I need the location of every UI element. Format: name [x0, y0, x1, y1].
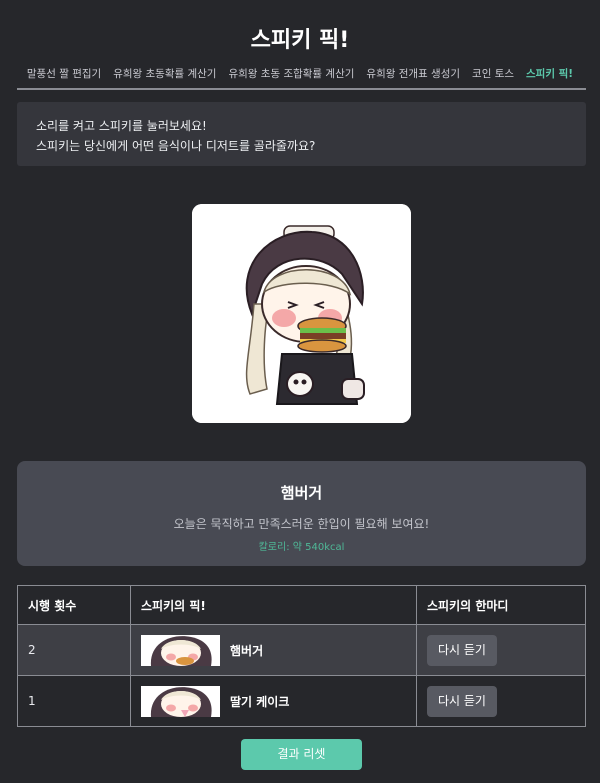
- result-food-name: 햄버거: [280, 484, 323, 502]
- top-nav: 말풍선 짤 편집기 유희왕 초동확률 계산기 유희왕 초동 조합확률 계산기 유…: [0, 66, 600, 81]
- pick-thumbnail: [141, 685, 220, 717]
- intro-panel: 소리를 켜고 스피키를 눌러보세요! 스피키는 당신에게 어떤 음식이나 디저트…: [17, 102, 586, 166]
- row-comment: 다시 듣기: [416, 675, 586, 727]
- speaky-character-button[interactable]: [192, 204, 411, 423]
- nav-item-speech-bubble-editor[interactable]: 말풍선 짤 편집기: [27, 66, 101, 81]
- row-pick: 햄버거: [130, 624, 417, 676]
- result-description: 오늘은 묵직하고 만족스러운 한입이 필요해 보여요!: [173, 517, 430, 531]
- intro-line-2: 스피키는 당신에게 어떤 음식이나 디저트를 골라줄까요?: [36, 139, 316, 153]
- page-title: 스피키 픽!: [250, 28, 350, 53]
- replay-button[interactable]: 다시 듣기: [427, 634, 497, 666]
- nav-divider: [17, 88, 586, 90]
- pick-thumbnail: [141, 634, 220, 666]
- result-calories: 칼로리: 약 540kcal: [258, 542, 345, 553]
- nav-item-yugioh-combo-calculator[interactable]: 유희왕 초동 조합확률 계산기: [228, 66, 354, 81]
- header-count: 시행 횟수: [17, 585, 131, 625]
- reset-results-button[interactable]: 결과 리셋: [241, 739, 362, 770]
- intro-line-1: 소리를 켜고 스피키를 눌러보세요!: [36, 119, 207, 133]
- row-count: 1: [17, 675, 131, 727]
- table-row: 2 햄버거 다시 듣기: [17, 624, 586, 676]
- nav-item-yugioh-probability-calculator[interactable]: 유희왕 초동확률 계산기: [113, 66, 216, 81]
- replay-button[interactable]: 다시 듣기: [427, 685, 497, 717]
- nav-item-yugioh-chart-generator[interactable]: 유희왕 전개표 생성기: [366, 66, 460, 81]
- header-pick: 스피키의 픽!: [130, 585, 417, 625]
- pick-name: 딸기 케이크: [230, 694, 290, 709]
- nav-item-speaky-pick[interactable]: 스피키 픽!: [526, 66, 573, 81]
- speaky-eating-burger-illustration: [192, 204, 411, 423]
- row-count: 2: [17, 624, 131, 676]
- header-comment: 스피키의 한마디: [416, 585, 586, 625]
- table-row: 1 딸기 케이크 다시 듣기: [17, 675, 586, 727]
- history-table: 시행 횟수 스피키의 픽! 스피키의 한마디 2 햄버거 다시 듣기 1 딸기 …: [17, 585, 586, 727]
- result-card: 햄버거 오늘은 묵직하고 만족스러운 한입이 필요해 보여요! 칼로리: 약 5…: [17, 461, 586, 566]
- row-pick: 딸기 케이크: [130, 675, 417, 727]
- history-header-row: 시행 횟수 스피키의 픽! 스피키의 한마디: [17, 585, 586, 625]
- nav-item-coin-toss[interactable]: 코인 토스: [472, 66, 514, 81]
- row-comment: 다시 듣기: [416, 624, 586, 676]
- pick-name: 햄버거: [230, 643, 264, 658]
